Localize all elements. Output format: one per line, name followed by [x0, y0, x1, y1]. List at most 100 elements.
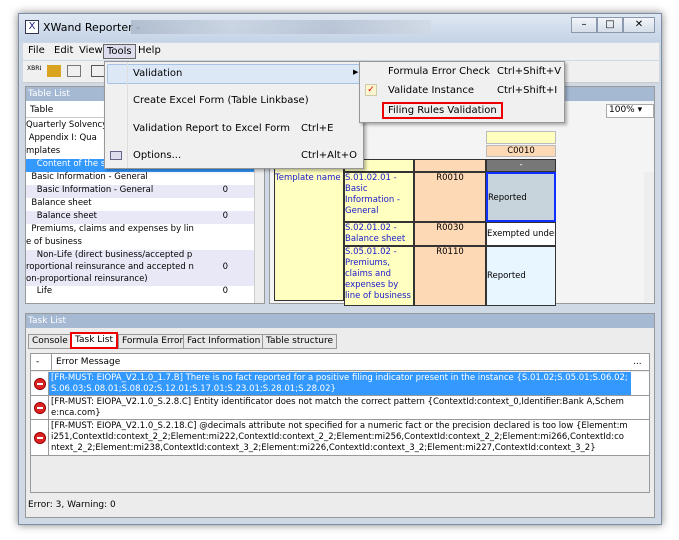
template-name-label: Template name — [274, 159, 344, 301]
value-cell[interactable]: Exempted under — [486, 222, 556, 246]
template-cell: S.05.01.02 - Premiums, claims and expens… — [344, 246, 414, 306]
item-label: Basic Information - General — [26, 172, 148, 182]
template-name-text: Template name — [275, 173, 341, 183]
header-spacer — [486, 131, 556, 144]
panel-title: Task List — [26, 314, 654, 328]
error-row[interactable]: [FR-MUST: EIOPA_V2.1.0_S.2.8.C] Entity i… — [31, 396, 649, 420]
header-cell — [414, 159, 486, 172]
template-cell: S.01.02.01 - Basic Information - General — [344, 172, 414, 222]
item-count: 0 — [222, 185, 228, 195]
shortcut: Ctrl+E — [301, 123, 334, 134]
save-icon[interactable] — [91, 65, 105, 77]
zoom-value: 100% — [609, 105, 635, 115]
table-list-item[interactable]: Basic Information - General — [26, 172, 254, 185]
item-label: e of business — [26, 237, 82, 247]
table-list-item[interactable]: Non-Life (direct business/accepted p — [26, 250, 254, 262]
column-dash: - — [486, 159, 556, 172]
table-list-item[interactable]: roportional reinsurance and accepted n 0 — [26, 262, 254, 274]
menu-item-filing-rules-validation[interactable]: Filing Rules Validation — [382, 102, 503, 119]
item-label: Quarterly Solvency — [26, 120, 108, 130]
tab-fact-information[interactable]: Fact Information — [183, 334, 265, 349]
table-list-item[interactable]: Basic Information - General 0 — [26, 185, 254, 198]
error-grid: - Error Message ... [FR-MUST: EIOPA_V2.1… — [30, 353, 650, 493]
template-cell: S.02.01.02 - Balance sheet — [344, 222, 414, 246]
table-list-item[interactable]: Life 0 — [26, 286, 254, 299]
error-icon — [34, 432, 46, 444]
shortcut: Ctrl+Alt+O — [301, 150, 357, 161]
error-icon — [34, 378, 46, 390]
item-count: 0 — [222, 211, 228, 221]
item-label: Balance sheet — [26, 198, 92, 208]
column-more-button[interactable]: ... — [633, 357, 642, 367]
app-logo-icon: X — [25, 20, 39, 34]
item-label: roportional reinsurance and accepted n — [26, 262, 194, 272]
validation-submenu: Formula Error Check Ctrl+Shift+V ✓ Valid… — [359, 61, 565, 123]
form-icon[interactable] — [67, 65, 81, 77]
window-title: XWand Reporter - — [43, 21, 141, 34]
menu-item-validation[interactable]: Validation — [133, 68, 182, 79]
grid-header: - Error Message ... — [31, 354, 649, 371]
tab-task-list[interactable]: Task List — [70, 332, 119, 349]
item-label: Balance sheet — [26, 211, 98, 221]
shortcut: Ctrl+Shift+I — [497, 85, 558, 96]
blurred-filename — [131, 20, 431, 34]
zoom-select[interactable]: 100% ▾ — [606, 104, 654, 118]
menu-view[interactable]: View — [76, 44, 106, 57]
xbrl-open-icon[interactable] — [47, 65, 61, 77]
error-message: [FR-MUST: EIOPA_V2.1.0_1.7.B] There is n… — [48, 372, 631, 395]
column-status: - — [36, 357, 40, 367]
maximize-button[interactable]: □ — [597, 17, 623, 33]
table-list-item[interactable]: on-proportional reinsurance) — [26, 274, 254, 286]
row-code: R0030 — [414, 222, 486, 246]
item-label: Non-Life (direct business/accepted p — [26, 250, 193, 260]
column-error-message: Error Message — [51, 354, 120, 370]
task-list-panel: Task List Console Task List Formula Error F… — [25, 313, 655, 518]
item-label: Appendix I: Qua — [26, 133, 97, 143]
item-label: on-proportional reinsurance) — [26, 274, 148, 284]
tab-console[interactable]: Console — [28, 334, 72, 349]
table-list-item[interactable]: Balance sheet 0 — [26, 211, 254, 224]
column-code: C0010 — [486, 145, 556, 157]
form-scrollbar[interactable] — [644, 172, 654, 302]
row-code: R0110 — [414, 246, 486, 306]
menu-edit[interactable]: Edit — [51, 44, 76, 57]
row-code: R0010 — [414, 172, 486, 222]
tab-formula-error[interactable]: Formula Error — [118, 334, 188, 349]
item-label: Basic Information - General — [26, 185, 154, 195]
xbrl-icon[interactable]: XBRL — [27, 65, 41, 77]
menu-tools[interactable]: Tools — [103, 44, 136, 59]
title-bar: X XWand Reporter - – □ ✕ — [19, 14, 661, 42]
item-label: Life — [26, 286, 53, 296]
shortcut: Ctrl+Shift+V — [497, 66, 562, 77]
menu-help[interactable]: Help — [135, 44, 164, 57]
item-count: 0 — [222, 286, 228, 296]
menu-gutter — [127, 62, 128, 168]
options-icon — [110, 151, 122, 160]
tools-menu: Validation ▶ Create Excel Form (Table Li… — [104, 61, 364, 169]
menu-item-options[interactable]: Options... — [133, 150, 181, 161]
table-list-item[interactable]: Balance sheet — [26, 198, 254, 211]
minimize-button[interactable]: – — [571, 17, 597, 33]
error-message: [FR-MUST: EIOPA_V2.1.0_S.2.18.C] @decima… — [48, 420, 631, 455]
menu-item-validate-instance[interactable]: Validate Instance — [388, 85, 474, 96]
value-cell[interactable]: Reported — [486, 172, 556, 222]
value-cell[interactable]: Reported — [486, 246, 556, 306]
menu-item-create-excel-form[interactable]: Create Excel Form (Table Linkbase) — [133, 95, 309, 106]
item-count: 0 — [222, 262, 228, 272]
menu-file[interactable]: File — [25, 44, 48, 57]
error-row[interactable]: [FR-MUST: EIOPA_V2.1.0_S.2.18.C] @decima… — [31, 420, 649, 456]
table-list-item[interactable]: e of business — [26, 237, 254, 250]
tab-table-structure[interactable]: Table structure — [262, 334, 337, 349]
status-text: Error: 3, Warning: 0 — [28, 500, 116, 510]
submenu-arrow-icon: ▶ — [353, 68, 359, 76]
app-window: X XWand Reporter - – □ ✕ File Edit View … — [18, 13, 662, 525]
table-list-item[interactable]: Premiums, claims and expenses by lin — [26, 224, 254, 237]
error-message: [FR-MUST: EIOPA_V2.1.0_S.2.8.C] Entity i… — [48, 396, 631, 419]
checkmark-icon: ✓ — [365, 84, 377, 96]
item-label: mplates — [26, 146, 61, 156]
close-button[interactable]: ✕ — [623, 17, 655, 33]
menu-item-formula-error-check[interactable]: Formula Error Check — [388, 66, 490, 77]
menu-bar: File Edit View Tools Help — [23, 43, 659, 60]
error-row[interactable]: [FR-MUST: EIOPA_V2.1.0_1.7.B] There is n… — [31, 372, 649, 396]
menu-item-validation-report[interactable]: Validation Report to Excel Form — [133, 123, 290, 134]
